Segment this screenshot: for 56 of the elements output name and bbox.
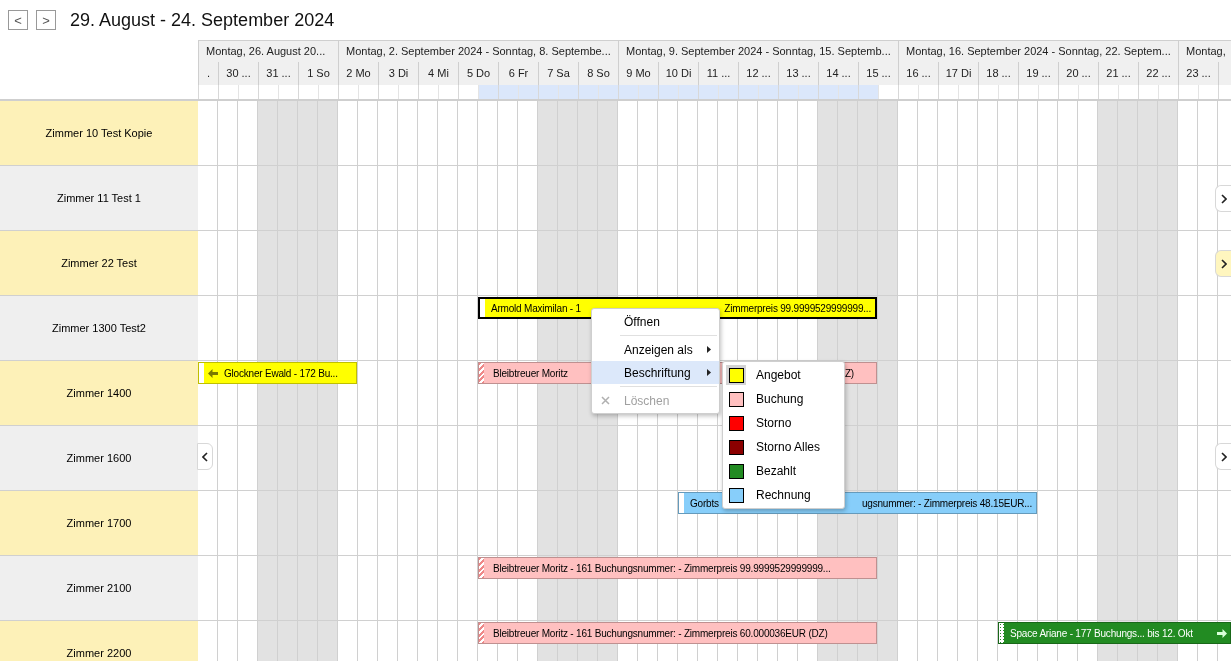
week-header: Montag, 2. September 2024 - Sonntag, 8. Septembe... <box>338 41 618 62</box>
week-header: Montag, 16. September 2024 - Sonntag, 22. Septem... <box>898 41 1178 62</box>
day-header: 17 Di <box>938 62 978 85</box>
booking-label: ugsnummer: - Zimmerpreis 48.15EUR... <box>861 496 1032 511</box>
day-header: 12 ... <box>738 62 778 85</box>
room-label: Zimmer 2200 <box>0 621 198 661</box>
day-header: 2 Mo <box>338 62 378 85</box>
day-header: 4 Mi <box>418 62 458 85</box>
room-label: Zimmer 10 Test Kopie <box>0 101 198 165</box>
day-header: 8 So <box>578 62 618 85</box>
room-label: Zimmer 1300 Test2 <box>0 296 198 360</box>
day-header: . <box>198 62 218 85</box>
week-header: Montag, 9. September 2024 - Sonntag, 15. Septemb... <box>618 41 898 62</box>
day-header: 5 Do <box>458 62 498 85</box>
booking-label: Bleibtreuer Moritz <box>493 366 568 381</box>
option-label: Angebot <box>756 367 801 384</box>
day-header: 10 Di <box>658 62 698 85</box>
day-header: 31 ... <box>258 62 298 85</box>
booking-label: Z) <box>844 366 854 381</box>
week-header: Montag, 26. August 20... <box>198 41 338 62</box>
day-header: 3 Di <box>378 62 418 85</box>
room-label: Zimmer 22 Test <box>0 231 198 295</box>
day-header: 6 Fr <box>498 62 538 85</box>
option-label: Bezahlt <box>756 463 797 480</box>
day-header: 7 Sa <box>538 62 578 85</box>
day-header: 11 ... <box>698 62 738 85</box>
booking-label: Zimmerpreis 99.9999529999999... <box>724 301 871 316</box>
day-header: 30 ... <box>218 62 258 85</box>
day-header: 23 ... <box>1178 62 1218 85</box>
option-label: Buchung <box>756 391 804 408</box>
day-header: 14 ... <box>818 62 858 85</box>
room-label: Zimmer 11 Test 1 <box>0 166 198 230</box>
week-header: Montag, <box>1178 41 1231 62</box>
day-header: 18 ... <box>978 62 1018 85</box>
date-range-title: 29. August - 24. September 2024 <box>70 8 335 32</box>
booking-label: Glockner Ewald - 172 Bu... <box>224 366 338 381</box>
option-label: Storno Alles <box>756 439 821 456</box>
day-header: 9 Mo <box>618 62 658 85</box>
booking-label: Bleibtreuer Moritz - 161 Buchungsnummer: - Zimmerpreis 60.000036EUR (DZ) <box>493 626 828 641</box>
day-header: 22 ... <box>1138 62 1178 85</box>
day-header: 1 So <box>298 62 338 85</box>
room-label: Zimmer 1400 <box>0 361 198 425</box>
option-label: Storno <box>756 415 792 432</box>
room-label: Zimmer 2100 <box>0 556 198 620</box>
day-header: 20 ... <box>1058 62 1098 85</box>
day-header: 15 ... <box>858 62 898 85</box>
room-label: Zimmer 1700 <box>0 491 198 555</box>
day-header: 16 ... <box>898 62 938 85</box>
booking-label: Gorbts <box>690 496 719 511</box>
day-header: 19 ... <box>1018 62 1058 85</box>
day-header: 13 ... <box>778 62 818 85</box>
booking-label: Space Ariane - 177 Buchungs... bis 12. Okt <box>1010 626 1193 641</box>
booking-label: Bleibtreuer Moritz - 161 Buchungsnummer: - Zimmerpreis 99.9999529999999... <box>493 561 831 576</box>
booking-label: Armold Maximilan - 1 <box>491 301 581 316</box>
room-label: Zimmer 1600 <box>0 426 198 490</box>
day-header: 21 ... <box>1098 62 1138 85</box>
